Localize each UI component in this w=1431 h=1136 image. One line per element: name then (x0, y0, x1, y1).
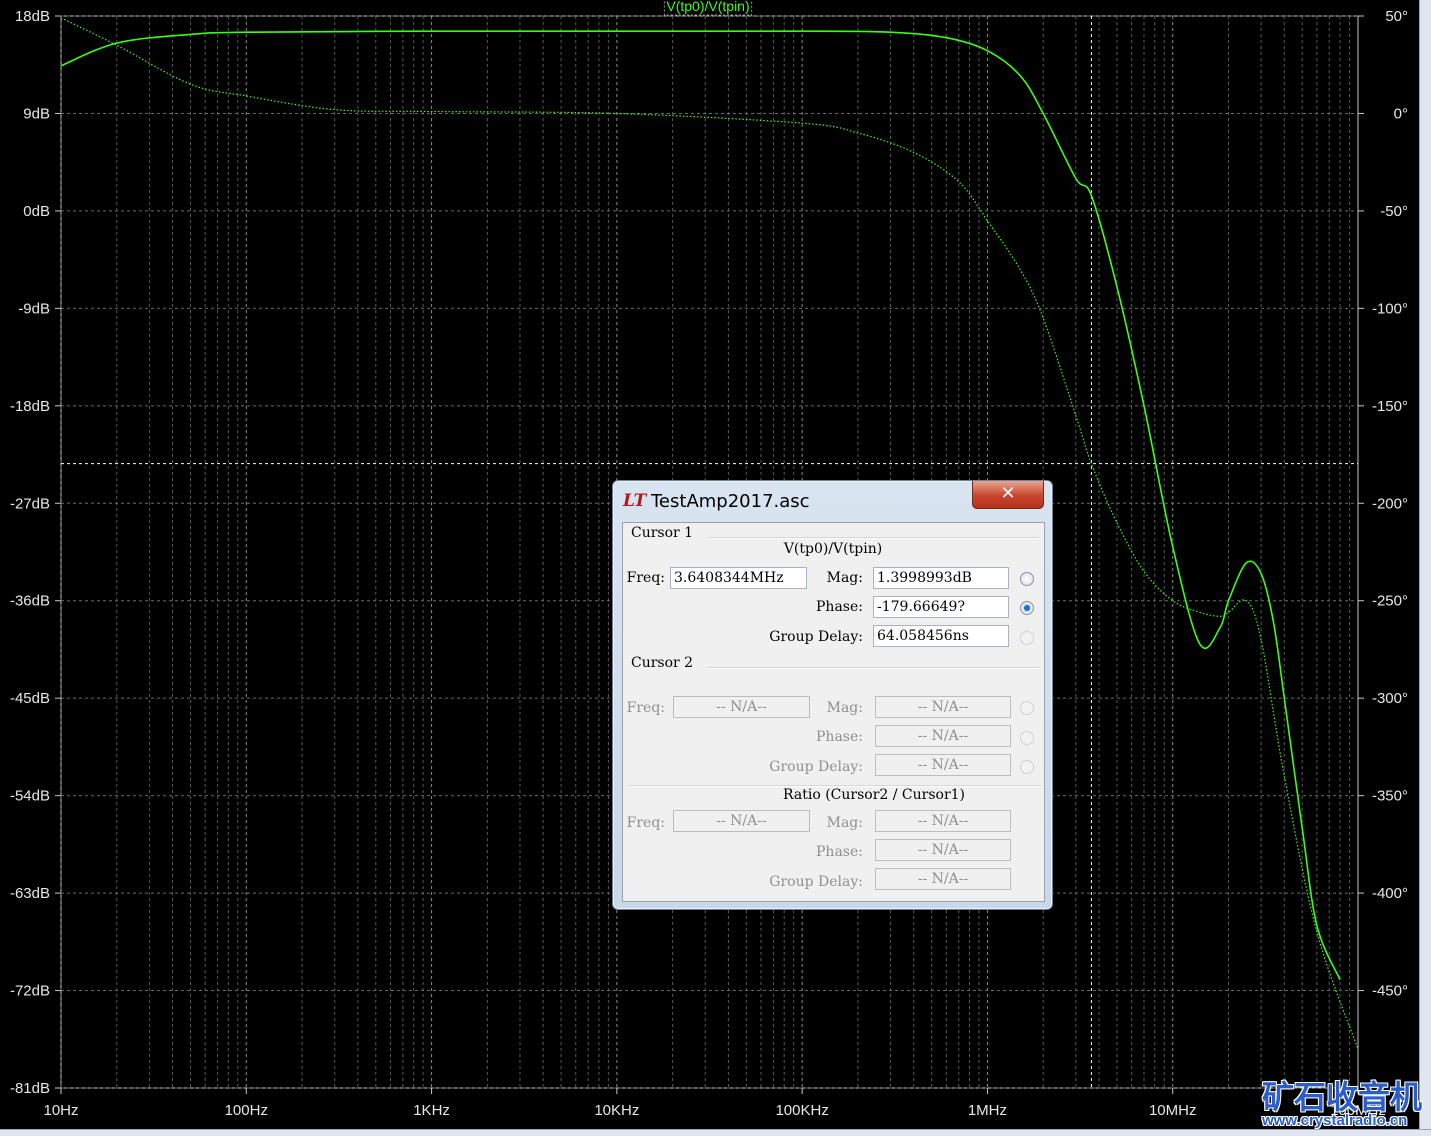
cursor1-group-delay-field[interactable]: 64.058456ns (873, 625, 1009, 647)
x-tick-label: 100Hz (225, 1102, 268, 1119)
x-tick-label: 1KHz (413, 1102, 450, 1119)
cursor2-group-delay-field[interactable]: -- N/A-- (875, 754, 1011, 776)
y-left-tick-label: -81dB (10, 1080, 50, 1097)
cursor2-freq-field[interactable]: -- N/A-- (673, 696, 810, 718)
cursor1-freq-field[interactable]: 3.6408344MHz (670, 567, 807, 589)
y-left-tick-label: 9dB (23, 105, 50, 122)
trace-title-label: V(tp0)/V(tpin) (666, 0, 749, 14)
y-left-tick-label: -36dB (10, 593, 50, 610)
ratio-freq-label: Freq: (626, 815, 665, 831)
ratio-phase-field[interactable]: -- N/A-- (875, 839, 1011, 861)
y-right-tick-label: 50° (1385, 8, 1408, 25)
ltspice-logo-icon: LT (623, 491, 647, 511)
close-button[interactable]: ✕ (972, 481, 1044, 509)
y-left-tick-label: 18dB (15, 8, 50, 25)
ratio-freq-field[interactable]: -- N/A-- (673, 810, 810, 832)
cursor2-mag-radio[interactable] (1020, 701, 1034, 715)
group-divider (707, 537, 1039, 539)
ratio-mag-label: Mag: (826, 815, 863, 831)
y-right-tick-label: -200° (1372, 495, 1408, 512)
y-right-tick-label: -450° (1372, 983, 1408, 1000)
y-left-tick-label: -18dB (10, 398, 50, 415)
ratio-group-delay-label: Group Delay: (769, 874, 863, 890)
y-left-tick-label: 0dB (23, 203, 50, 220)
cursor2-heading: Cursor 2 (629, 655, 696, 671)
x-tick-label: 1MHz (968, 1102, 1007, 1119)
y-left-tick-label: -9dB (18, 300, 50, 317)
cursor2-phase-label: Phase: (816, 729, 863, 745)
cursor1-group-delay-radio[interactable] (1020, 631, 1034, 645)
y-left-tick-label: -72dB (10, 983, 50, 1000)
x-tick-label: 100KHz (775, 1102, 828, 1119)
y-left-tick-label: -63dB (10, 885, 50, 902)
cursor1-trace-name: V(tp0)/V(tpin) (783, 541, 883, 557)
y-right-tick-label: -100° (1372, 300, 1408, 317)
cursor1-mag-field[interactable]: 1.3998993dB (873, 567, 1009, 589)
cursor1-mag-label: Mag: (826, 570, 863, 586)
cursor2-group-delay-radio[interactable] (1020, 760, 1034, 774)
cursor2-freq-label: Freq: (626, 700, 665, 716)
cursor2-phase-field[interactable]: -- N/A-- (875, 725, 1011, 747)
y-left-tick-label: -45dB (10, 690, 50, 707)
cursor2-group-delay-label: Group Delay: (769, 759, 863, 775)
y-right-tick-label: -150° (1372, 398, 1408, 415)
x-tick-label: 10Hz (43, 1102, 78, 1119)
y-right-tick-label: -50° (1380, 203, 1408, 220)
y-left-tick-label: -54dB (10, 788, 50, 805)
y-right-tick-label: 0° (1394, 105, 1408, 122)
trace-title[interactable]: V(tp0)/V(tpin) (663, 0, 753, 16)
cursor1-phase-label: Phase: (816, 599, 863, 615)
cursor1-phase-field[interactable]: -179.66649? (873, 596, 1009, 618)
dialog-title: TestAmp2017.asc (651, 491, 810, 512)
y-left-tick-label: -27dB (10, 495, 50, 512)
watermark-url: www.crystalradio.cn (1262, 1112, 1408, 1129)
x-tick-label: 10KHz (594, 1102, 639, 1119)
ratio-mag-field[interactable]: -- N/A-- (875, 810, 1011, 832)
y-right-tick-label: -400° (1372, 885, 1408, 902)
y-right-tick-label: -250° (1372, 593, 1408, 610)
cursor1-mag-radio[interactable] (1020, 572, 1034, 586)
ratio-phase-label: Phase: (816, 844, 863, 860)
x-tick-label: 10MHz (1149, 1102, 1197, 1119)
cursor2-mag-field[interactable]: -- N/A-- (875, 696, 1011, 718)
cursor1-freq-label: Freq: (626, 570, 665, 586)
group-divider (707, 667, 1039, 669)
cursor-panel: Cursor 1 V(tp0)/V(tpin) Freq: 3.6408344M… (622, 522, 1045, 902)
cursor-dialog[interactable]: LT TestAmp2017.asc ✕ Cursor 1 V(tp0)/V(t… (612, 480, 1053, 910)
cursor1-heading: Cursor 1 (629, 525, 696, 541)
cursor2-mag-label: Mag: (826, 700, 863, 716)
y-right-tick-label: -300° (1372, 690, 1408, 707)
window-frame-right (1419, 0, 1431, 1135)
cursor1-phase-radio[interactable] (1020, 601, 1034, 615)
y-right-tick-label: -350° (1372, 788, 1408, 805)
cursor2-phase-radio[interactable] (1020, 731, 1034, 745)
ratio-heading: Ratio (Cursor2 / Cursor1) (781, 787, 967, 803)
cursor1-group-delay-label: Group Delay: (769, 629, 863, 645)
ratio-group-delay-field[interactable]: -- N/A-- (875, 868, 1011, 890)
dialog-titlebar[interactable]: LT TestAmp2017.asc ✕ (613, 481, 1052, 521)
